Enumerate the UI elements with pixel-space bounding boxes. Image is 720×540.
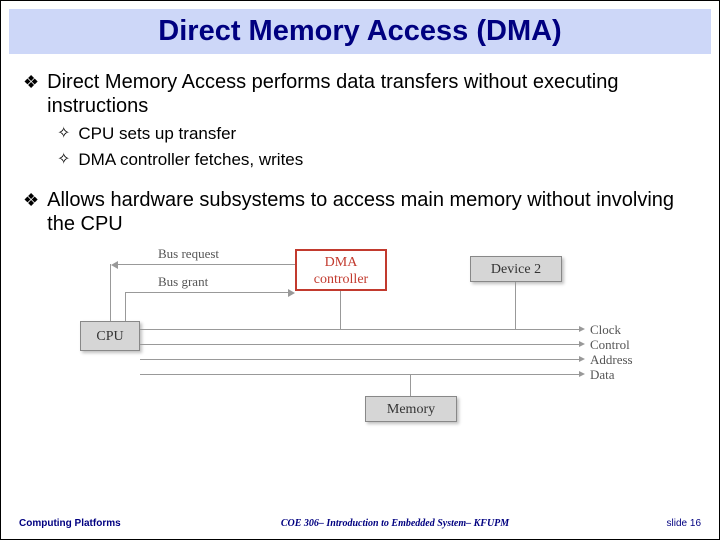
bullet-level1: ❖ Allows hardware subsystems to access m… [23, 188, 697, 236]
line-bus-grant [125, 292, 289, 293]
diamond-bullet-icon: ❖ [23, 70, 39, 94]
footer-center: COE 306– Introduction to Embedded System… [199, 518, 591, 529]
label-data: Data [590, 367, 615, 383]
bus-line-data [140, 374, 580, 375]
line-stub-dev2 [515, 282, 516, 329]
arrow-right-icon [579, 341, 585, 347]
line-vertical [125, 292, 126, 321]
footer-right: slide 16 [591, 518, 701, 529]
bus-line-address [140, 359, 580, 360]
line-vertical [110, 264, 111, 321]
box-cpu: CPU [80, 321, 140, 351]
bullet-text: Allows hardware subsystems to access mai… [47, 188, 697, 236]
line-stub-memory [410, 374, 411, 396]
arrow-right-icon [579, 371, 585, 377]
title-bar: Direct Memory Access (DMA) [9, 9, 711, 54]
bus-line-control [140, 344, 580, 345]
dma-diagram: Bus request Bus grant DMA controller Dev… [80, 246, 640, 426]
bullet-level2: ✧ DMA controller fetches, writes [57, 150, 697, 170]
slide: Direct Memory Access (DMA) ❖ Direct Memo… [0, 0, 720, 540]
box-label: Device 2 [491, 262, 541, 277]
diamond-sub-icon: ✧ [57, 150, 70, 170]
box-label: CPU [96, 329, 123, 344]
arrow-right-icon [288, 289, 295, 297]
label-clock: Clock [590, 322, 621, 338]
box-memory: Memory [365, 396, 457, 422]
bullet-level2: ✧ CPU sets up transfer [57, 124, 697, 144]
box-device2: Device 2 [470, 256, 562, 282]
bus-line-clock [140, 329, 580, 330]
diamond-sub-icon: ✧ [57, 124, 70, 144]
slide-title: Direct Memory Access (DMA) [9, 15, 711, 48]
arrow-right-icon [579, 356, 585, 362]
bullet-level1: ❖ Direct Memory Access performs data tra… [23, 70, 697, 118]
bullet-text: DMA controller fetches, writes [78, 150, 303, 170]
footer: Computing Platforms COE 306– Introductio… [1, 518, 719, 529]
box-label: DMA controller [314, 255, 368, 287]
label-address: Address [590, 352, 633, 368]
arrow-right-icon [579, 326, 585, 332]
diamond-bullet-icon: ❖ [23, 188, 39, 212]
box-label: Memory [387, 402, 435, 417]
arrow-left-icon [111, 261, 118, 269]
bullet-text: CPU sets up transfer [78, 124, 236, 144]
line-bus-request [118, 264, 295, 265]
box-dma-controller: DMA controller [295, 249, 387, 291]
label-bus-request: Bus request [158, 246, 219, 262]
footer-left: Computing Platforms [19, 518, 199, 529]
line-stub-dma [340, 291, 341, 329]
bullet-text: Direct Memory Access performs data trans… [47, 70, 697, 118]
label-control: Control [590, 337, 630, 353]
content-area: ❖ Direct Memory Access performs data tra… [1, 54, 719, 426]
label-bus-grant: Bus grant [158, 274, 208, 290]
